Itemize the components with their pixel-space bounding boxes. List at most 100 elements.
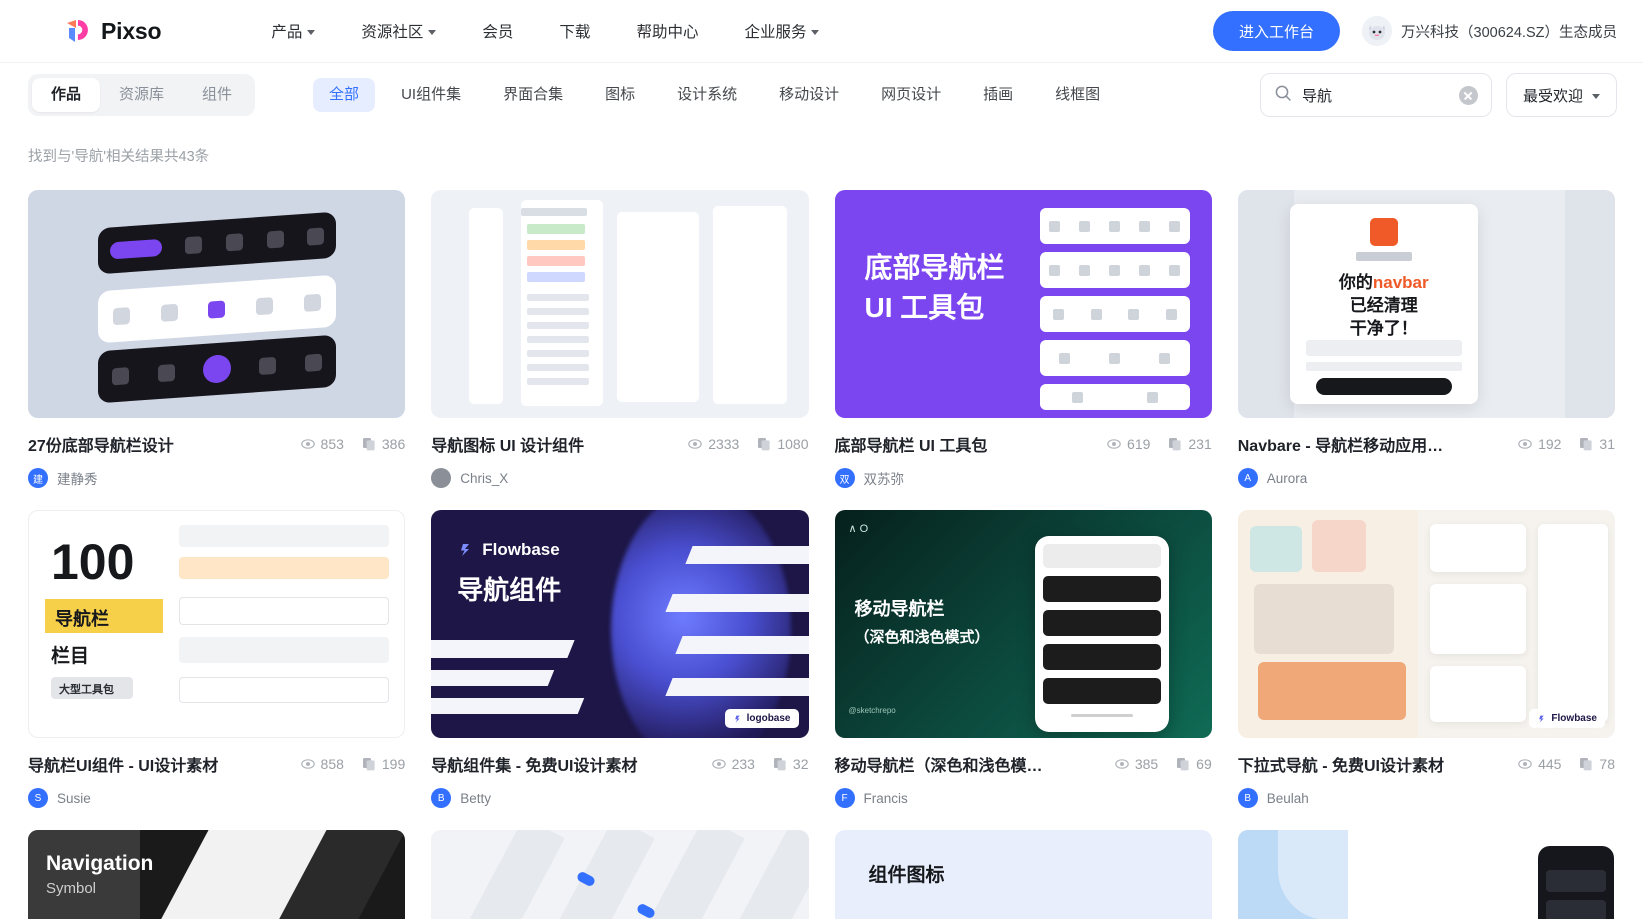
card-thumbnail[interactable]: 组件图标	[834, 830, 1212, 919]
card-author[interactable]: B Betty	[431, 788, 808, 808]
partner-badge[interactable]: 万兴科技（300624.SZ）生态成员	[1362, 16, 1617, 46]
views-stat: 619	[1107, 436, 1150, 452]
copies-count: 78	[1599, 756, 1615, 772]
nav-item-label: 产品	[271, 24, 303, 41]
author-name: Francis	[863, 790, 908, 806]
result-card[interactable]: 导航图标 UI 设计组件 2333 1080 Chris_X	[431, 190, 809, 488]
views-count: 858	[320, 756, 344, 772]
card-title: 底部导航栏 UI 工具包	[834, 438, 988, 455]
result-card[interactable]: Navigation Symbol	[28, 830, 406, 919]
nav-item-download[interactable]: 下载	[559, 20, 590, 42]
result-card[interactable]: ∧ O 移动导航栏 （深色和浅色模式） @sketchrepo 移动导航栏（深色和…	[834, 510, 1212, 808]
brand-logo[interactable]: Pixso	[62, 16, 162, 46]
card-thumbnail[interactable]	[431, 830, 809, 919]
filter-bar: 作品 资源库 组件 全部 UI组件集 界面合集 图标 设计系统 移动设计 网页设…	[0, 62, 1643, 127]
avatar: S	[28, 788, 48, 808]
pixso-logo-icon	[62, 16, 92, 46]
category-mobile-design[interactable]: 移动设计	[763, 78, 855, 112]
nav-item-products[interactable]: 产品	[271, 20, 316, 42]
sort-dropdown[interactable]: 最受欢迎	[1505, 73, 1617, 117]
duplicate-icon	[362, 758, 375, 771]
duplicate-icon	[1580, 758, 1593, 771]
category-illustration[interactable]: 插画	[967, 78, 1029, 112]
card-author[interactable]: A Aurora	[1237, 468, 1615, 488]
card-title: 下拉式导航 - 免费UI设计素材	[1237, 758, 1444, 775]
nav-item-label: 会员	[482, 24, 514, 41]
category-icons[interactable]: 图标	[589, 78, 651, 112]
nav-item-label: 帮助中心	[636, 24, 699, 41]
views-count: 233	[731, 756, 755, 772]
category-wireframe[interactable]: 线框图	[1039, 78, 1116, 112]
duplicate-icon	[758, 438, 770, 451]
segment-resource-library[interactable]: 资源库	[100, 78, 183, 112]
views-stat: 2333	[688, 436, 739, 452]
main-menu: 产品 资源社区 会员 下载 帮助中心 企业服务	[271, 20, 820, 42]
segment-works[interactable]: 作品	[32, 78, 101, 112]
segment-components[interactable]: 组件	[183, 78, 251, 112]
result-card[interactable]	[431, 830, 809, 919]
copies-stat: 231	[1168, 436, 1212, 452]
sort-label: 最受欢迎	[1522, 87, 1583, 105]
copies-stat: 1080	[757, 436, 809, 452]
search-box[interactable]	[1259, 73, 1492, 117]
result-card[interactable]: 你的navbar 已经清理 干净了！ Navbare - 导航栏移动应用… 192 …	[1237, 190, 1615, 488]
author-name: Chris_X	[460, 470, 509, 486]
avatar	[431, 468, 452, 488]
card-author[interactable]: S Susie	[28, 788, 405, 808]
card-thumbnail[interactable]: 底部导航栏 UI 工具包	[834, 190, 1212, 418]
result-card[interactable]: 底部导航栏 UI 工具包 底部导航栏 UI 工具包 619 231 双 双苏弥	[834, 190, 1212, 488]
result-card[interactable]: Flowbase 下拉式导航 - 免费UI设计素材 445 78 B Beula…	[1237, 510, 1615, 808]
nav-item-resource-community[interactable]: 资源社区	[361, 20, 437, 42]
nav-item-label: 企业服务	[744, 24, 807, 41]
views-count: 445	[1538, 756, 1562, 772]
views-count: 385	[1134, 756, 1159, 772]
card-title: 导航栏UI组件 - UI设计素材	[28, 758, 219, 775]
card-thumbnail[interactable]: Flowbase	[1237, 510, 1615, 738]
result-card[interactable]: Flowbase 导航组件 logobase 导航组件集 - 免费UI设计素材 …	[431, 510, 809, 808]
card-thumbnail[interactable]: ∧ O 移动导航栏 （深色和浅色模式） @sketchrepo	[834, 510, 1212, 738]
card-author[interactable]: B Beulah	[1237, 788, 1615, 808]
card-thumbnail[interactable]	[28, 190, 406, 418]
search-input[interactable]	[1301, 86, 1449, 104]
category-interface-collections[interactable]: 界面合集	[487, 78, 579, 112]
duplicate-icon	[1177, 758, 1189, 771]
card-author[interactable]: F Francis	[834, 788, 1212, 808]
card-author[interactable]: Chris_X	[431, 468, 808, 488]
category-web-design[interactable]: 网页设计	[865, 78, 957, 112]
search-icon	[1274, 84, 1292, 107]
result-card[interactable]: 100 导航栏 栏目 大型工具包 导航栏UI组件 - UI设计素材 858 19…	[28, 510, 406, 808]
result-count-text: 找到与'导航'相关结果共43条	[28, 149, 210, 165]
category-all[interactable]: 全部	[313, 78, 376, 112]
result-card[interactable]: 组件图标	[834, 830, 1212, 919]
clear-search-icon[interactable]	[1458, 85, 1478, 105]
nav-item-help-center[interactable]: 帮助中心	[636, 20, 698, 42]
result-card[interactable]: Navigation Bars	[1237, 830, 1615, 919]
thumbnail-heading: 底部导航栏 UI 工具包	[864, 252, 1005, 323]
card-stats: 2333 1080	[688, 436, 809, 452]
card-author[interactable]: 建 建静秀	[28, 468, 405, 488]
card-header: 27份底部导航栏设计 853 386	[28, 432, 405, 456]
card-thumbnail[interactable]: Navigation Bars	[1237, 830, 1615, 919]
result-card[interactable]: 27份底部导航栏设计 853 386 建 建静秀	[28, 190, 406, 488]
nav-item-enterprise-services[interactable]: 企业服务	[744, 20, 820, 42]
top-bar-right: 进入工作台 万兴科技（300624.SZ）生态成员	[1213, 11, 1617, 51]
author-name: 双苏弥	[863, 472, 905, 487]
copies-count: 199	[381, 756, 406, 772]
nav-item-label: 资源社区	[361, 24, 424, 41]
flowbase-logo-icon	[461, 544, 470, 556]
card-stats: 445 78	[1518, 756, 1615, 772]
enter-workspace-button[interactable]: 进入工作台	[1213, 11, 1341, 51]
card-title: 27份底部导航栏设计	[28, 438, 174, 455]
nav-item-membership[interactable]: 会员	[482, 20, 513, 42]
card-thumbnail[interactable]: Navigation Symbol	[28, 830, 406, 919]
category-ui-kits[interactable]: UI组件集	[385, 78, 477, 112]
brand-name: Pixso	[101, 17, 162, 44]
card-thumbnail[interactable]: 100 导航栏 栏目 大型工具包	[28, 510, 406, 738]
card-author[interactable]: 双 双苏弥	[834, 468, 1212, 488]
category-design-systems[interactable]: 设计系统	[661, 78, 753, 112]
card-thumbnail[interactable]: Flowbase 导航组件 logobase	[431, 510, 809, 738]
card-thumbnail[interactable]: 你的navbar 已经清理 干净了！	[1237, 190, 1615, 418]
card-thumbnail[interactable]	[431, 190, 809, 418]
copies-count: 32	[792, 756, 809, 772]
views-count: 2333	[708, 436, 740, 452]
